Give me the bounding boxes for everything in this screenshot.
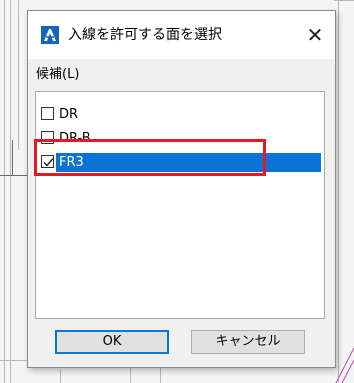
checkmark-icon (43, 158, 54, 167)
bg-line (0, 360, 27, 361)
candidates-label: 候補(L) (36, 67, 80, 82)
bg-line (60, 370, 61, 383)
bg-line (160, 366, 161, 383)
list-item-label: DR-B (59, 131, 91, 146)
cancel-button[interactable]: キャンセル (191, 330, 305, 354)
list-item-dr[interactable]: DR (39, 105, 321, 124)
selection-highlight (56, 153, 321, 172)
bg-line (12, 140, 13, 176)
list-item-dr-b[interactable]: DR-B (39, 129, 321, 148)
app-logo-icon (41, 26, 59, 44)
bg-line (10, 0, 11, 383)
checkbox-dr-b[interactable] (41, 131, 54, 144)
list-item-label: FR3 (59, 155, 84, 170)
checkbox-fr3[interactable] (41, 155, 54, 168)
bg-magenta-lines (335, 347, 354, 383)
dialog-titlebar: 入線を許可する面を選択 ✕ (28, 11, 335, 59)
list-item-fr3[interactable]: FR3 (39, 153, 321, 172)
bg-line (338, 0, 339, 383)
bg-line (334, 0, 354, 1)
bg-line (0, 175, 27, 176)
bg-line (130, 366, 131, 383)
bg-line (18, 0, 19, 150)
dialog-title: 入線を許可する面を選択 (68, 27, 222, 43)
ok-button[interactable]: OK (55, 330, 169, 354)
bg-line (4, 0, 5, 383)
select-surface-dialog: 入線を許可する面を選択 ✕ 候補(L) DR DR-B FR3 OK キャンセル (27, 10, 336, 368)
checkbox-dr[interactable] (41, 107, 54, 120)
close-button[interactable]: ✕ (301, 21, 329, 49)
candidates-listbox[interactable]: DR DR-B FR3 (35, 91, 325, 319)
list-item-label: DR (59, 107, 79, 122)
